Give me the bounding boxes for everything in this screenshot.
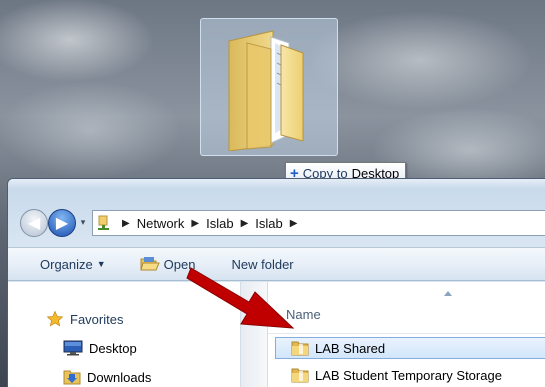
forward-button[interactable]: ▶	[48, 209, 76, 237]
folder-icon	[291, 340, 309, 356]
breadcrumb-separator-icon[interactable]: ▶	[241, 218, 249, 229]
sidebar-item-label: Desktop	[89, 340, 137, 356]
file-list: Name LAB Shared LAB Student Temporary St…	[268, 282, 545, 387]
folder-icon	[291, 367, 309, 383]
back-button[interactable]: ◀	[20, 209, 48, 237]
network-location-icon	[96, 215, 112, 231]
forward-arrow-icon: ▶	[55, 215, 69, 232]
dragged-folder[interactable]	[200, 18, 338, 156]
open-folder-icon	[140, 256, 160, 272]
recent-pages-dropdown[interactable]: ▾	[78, 216, 88, 228]
back-arrow-icon: ◀	[27, 215, 41, 232]
navigation-bar: ◀ ▶ ▾ ▶ Network ▶ Islab ▶ Islab ▶	[20, 207, 545, 237]
sidebar-item-desktop[interactable]: Desktop	[63, 340, 137, 356]
list-item[interactable]: LAB Shared	[275, 337, 545, 359]
desktop-icon	[63, 340, 83, 356]
sort-ascending-icon	[444, 291, 452, 296]
column-header-row: Name	[268, 282, 545, 334]
sidebar-item-label: Favorites	[70, 311, 124, 327]
breadcrumb-network[interactable]: Network	[137, 216, 185, 231]
red-annotation-arrow-icon	[186, 267, 295, 329]
breadcrumb-islab-server[interactable]: Islab	[206, 216, 233, 231]
file-name: LAB Student Temporary Storage	[315, 367, 502, 383]
breadcrumb-islab-share[interactable]: Islab	[255, 216, 282, 231]
breadcrumb-separator-icon[interactable]: ▶	[290, 218, 298, 229]
sidebar-item-favorites[interactable]: Favorites	[46, 310, 123, 328]
breadcrumb-separator-icon[interactable]: ▶	[122, 218, 130, 229]
address-bar[interactable]: ▶ Network ▶ Islab ▶ Islab ▶	[92, 210, 545, 236]
large-folder-icon	[228, 30, 304, 151]
sidebar-item-label: Downloads	[87, 369, 152, 385]
sidebar-item-downloads[interactable]: Downloads	[63, 368, 151, 386]
organize-label: Organize	[40, 256, 93, 272]
file-name: LAB Shared	[315, 340, 386, 356]
downloads-folder-icon	[63, 368, 81, 386]
list-item[interactable]: LAB Student Temporary Storage	[275, 364, 545, 386]
star-icon	[46, 310, 64, 328]
breadcrumb-separator-icon[interactable]: ▶	[191, 218, 199, 229]
organize-button[interactable]: Organize ▼	[40, 257, 106, 272]
chevron-down-icon: ▼	[96, 259, 106, 269]
